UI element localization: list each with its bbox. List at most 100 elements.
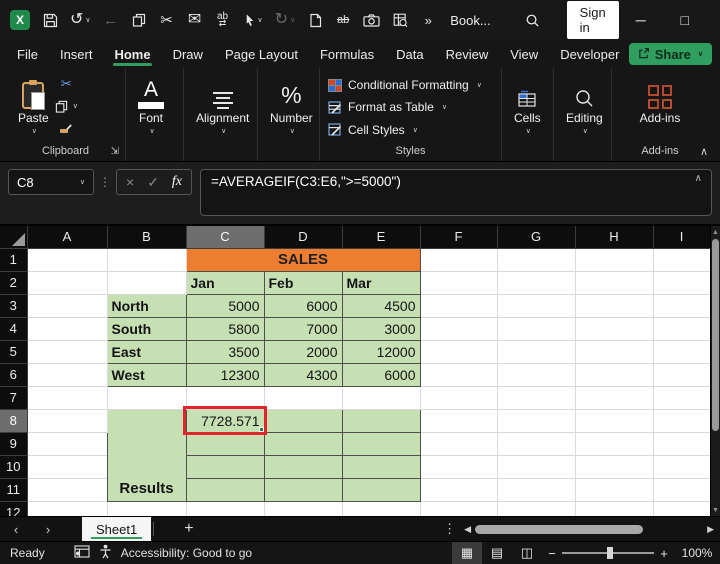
scroll-up-icon[interactable]: ▲ [712, 226, 719, 238]
tab-home[interactable]: Home [103, 40, 161, 68]
format-painter-button[interactable] [59, 120, 73, 136]
cell-D9[interactable] [264, 432, 342, 455]
row-header-1[interactable]: 1 [0, 248, 27, 271]
accessibility-status[interactable]: Accessibility: Good to go [121, 546, 252, 560]
cell-C9[interactable] [186, 432, 264, 455]
cell-A8[interactable] [27, 409, 107, 432]
enter-check-icon[interactable]: ✓ [147, 174, 159, 191]
cell-H9[interactable] [575, 432, 653, 455]
cell-G4[interactable] [497, 317, 575, 340]
cell-E10[interactable] [342, 455, 420, 478]
cell-B2[interactable] [107, 271, 186, 294]
zoom-in-button[interactable]: + [654, 546, 674, 561]
cell-D7[interactable] [264, 386, 342, 409]
row-header-9[interactable]: 9 [0, 432, 27, 455]
touch-mode-icon[interactable]: ∨ [243, 11, 263, 29]
cell-F3[interactable] [420, 294, 497, 317]
tab-insert[interactable]: Insert [49, 40, 104, 68]
cell-I12[interactable] [653, 501, 710, 516]
undo-icon[interactable]: ↺∨ [70, 11, 91, 29]
cell-E12[interactable] [342, 501, 420, 516]
number-group[interactable]: % Number ∨ [258, 68, 320, 161]
row-header-6[interactable]: 6 [0, 363, 27, 386]
tab-review[interactable]: Review [435, 40, 500, 68]
cell-E5[interactable]: 12000 [342, 340, 420, 363]
cell-G7[interactable] [497, 386, 575, 409]
sheet-tab-sheet1[interactable]: Sheet1 [82, 517, 151, 541]
tab-draw[interactable]: Draw [162, 40, 214, 68]
cell-C7[interactable] [186, 386, 264, 409]
cell-I3[interactable] [653, 294, 710, 317]
row-header-8[interactable]: 8 [0, 409, 27, 432]
cell-D8[interactable] [264, 409, 342, 432]
cell-D4[interactable]: 7000 [264, 317, 342, 340]
zoom-slider[interactable] [562, 552, 654, 554]
col-header-A[interactable]: A [27, 226, 107, 248]
tab-formulas[interactable]: Formulas [309, 40, 385, 68]
cell-A7[interactable] [27, 386, 107, 409]
cell-D5[interactable]: 2000 [264, 340, 342, 363]
cell-G12[interactable] [497, 501, 575, 516]
cell-C5[interactable]: 3500 [186, 340, 264, 363]
row-header-7[interactable]: 7 [0, 386, 27, 409]
cell-E9[interactable] [342, 432, 420, 455]
cell-F7[interactable] [420, 386, 497, 409]
scroll-left-icon[interactable]: ◀ [464, 524, 471, 535]
cell-G2[interactable] [497, 271, 575, 294]
horizontal-scroll-thumb[interactable] [475, 525, 643, 534]
cell-B3[interactable]: North [107, 294, 186, 317]
zoom-slider-thumb[interactable] [607, 547, 613, 559]
cell-I5[interactable] [653, 340, 710, 363]
cell-E3[interactable]: 4500 [342, 294, 420, 317]
cell-G1[interactable] [497, 248, 575, 271]
cell-F4[interactable] [420, 317, 497, 340]
cell-A5[interactable] [27, 340, 107, 363]
cell-F10[interactable] [420, 455, 497, 478]
cell-F5[interactable] [420, 340, 497, 363]
share-button[interactable]: Share ∨ [629, 43, 712, 65]
cell-E2[interactable]: Mar [342, 271, 420, 294]
cell-H11[interactable] [575, 478, 653, 501]
editing-group[interactable]: Editing ∨ [554, 68, 612, 161]
col-header-E[interactable]: E [342, 226, 420, 248]
cell-E8[interactable] [342, 409, 420, 432]
cell-H6[interactable] [575, 363, 653, 386]
row-header-11[interactable]: 11 [0, 478, 27, 501]
horizontal-scrollbar[interactable]: ◀ ▶ [464, 524, 720, 535]
cell-B1[interactable] [107, 248, 186, 271]
cell-H2[interactable] [575, 271, 653, 294]
cell-I8[interactable] [653, 409, 710, 432]
cell-D3[interactable]: 6000 [264, 294, 342, 317]
cell-F6[interactable] [420, 363, 497, 386]
email-icon[interactable]: ✉ [187, 11, 203, 29]
cell-E7[interactable] [342, 386, 420, 409]
name-box[interactable]: C8 ∨ [8, 169, 94, 195]
col-header-D[interactable]: D [264, 226, 342, 248]
col-header-H[interactable]: H [575, 226, 653, 248]
cell-E11[interactable] [342, 478, 420, 501]
sheet-options-icon[interactable]: ⋮ [435, 521, 464, 537]
cell-I1[interactable] [653, 248, 710, 271]
cell-F1[interactable] [420, 248, 497, 271]
cell-H1[interactable] [575, 248, 653, 271]
normal-view-button[interactable]: ▦ [452, 542, 482, 564]
cell-D11[interactable] [264, 478, 342, 501]
cell-G8[interactable] [497, 409, 575, 432]
font-group[interactable]: A Font ∨ [126, 68, 184, 161]
cell-I2[interactable] [653, 271, 710, 294]
cell-D12[interactable] [264, 501, 342, 516]
new-sheet-button[interactable]: + [184, 520, 193, 538]
cell-H7[interactable] [575, 386, 653, 409]
cut-icon[interactable]: ✂ [159, 11, 175, 29]
cell-G6[interactable] [497, 363, 575, 386]
excel-logo-icon[interactable]: X [10, 11, 30, 29]
paste-button[interactable]: Paste ∨ [12, 73, 55, 142]
col-header-C[interactable]: C [186, 226, 264, 248]
copy-icon[interactable] [131, 11, 147, 29]
cell-B8[interactable]: Results [107, 409, 186, 501]
cell-C8[interactable]: 7728.571 [186, 409, 264, 432]
cell-A6[interactable] [27, 363, 107, 386]
copy-button[interactable]: ∨ [55, 98, 78, 114]
cell-I11[interactable] [653, 478, 710, 501]
back-icon[interactable]: ← [103, 11, 119, 29]
